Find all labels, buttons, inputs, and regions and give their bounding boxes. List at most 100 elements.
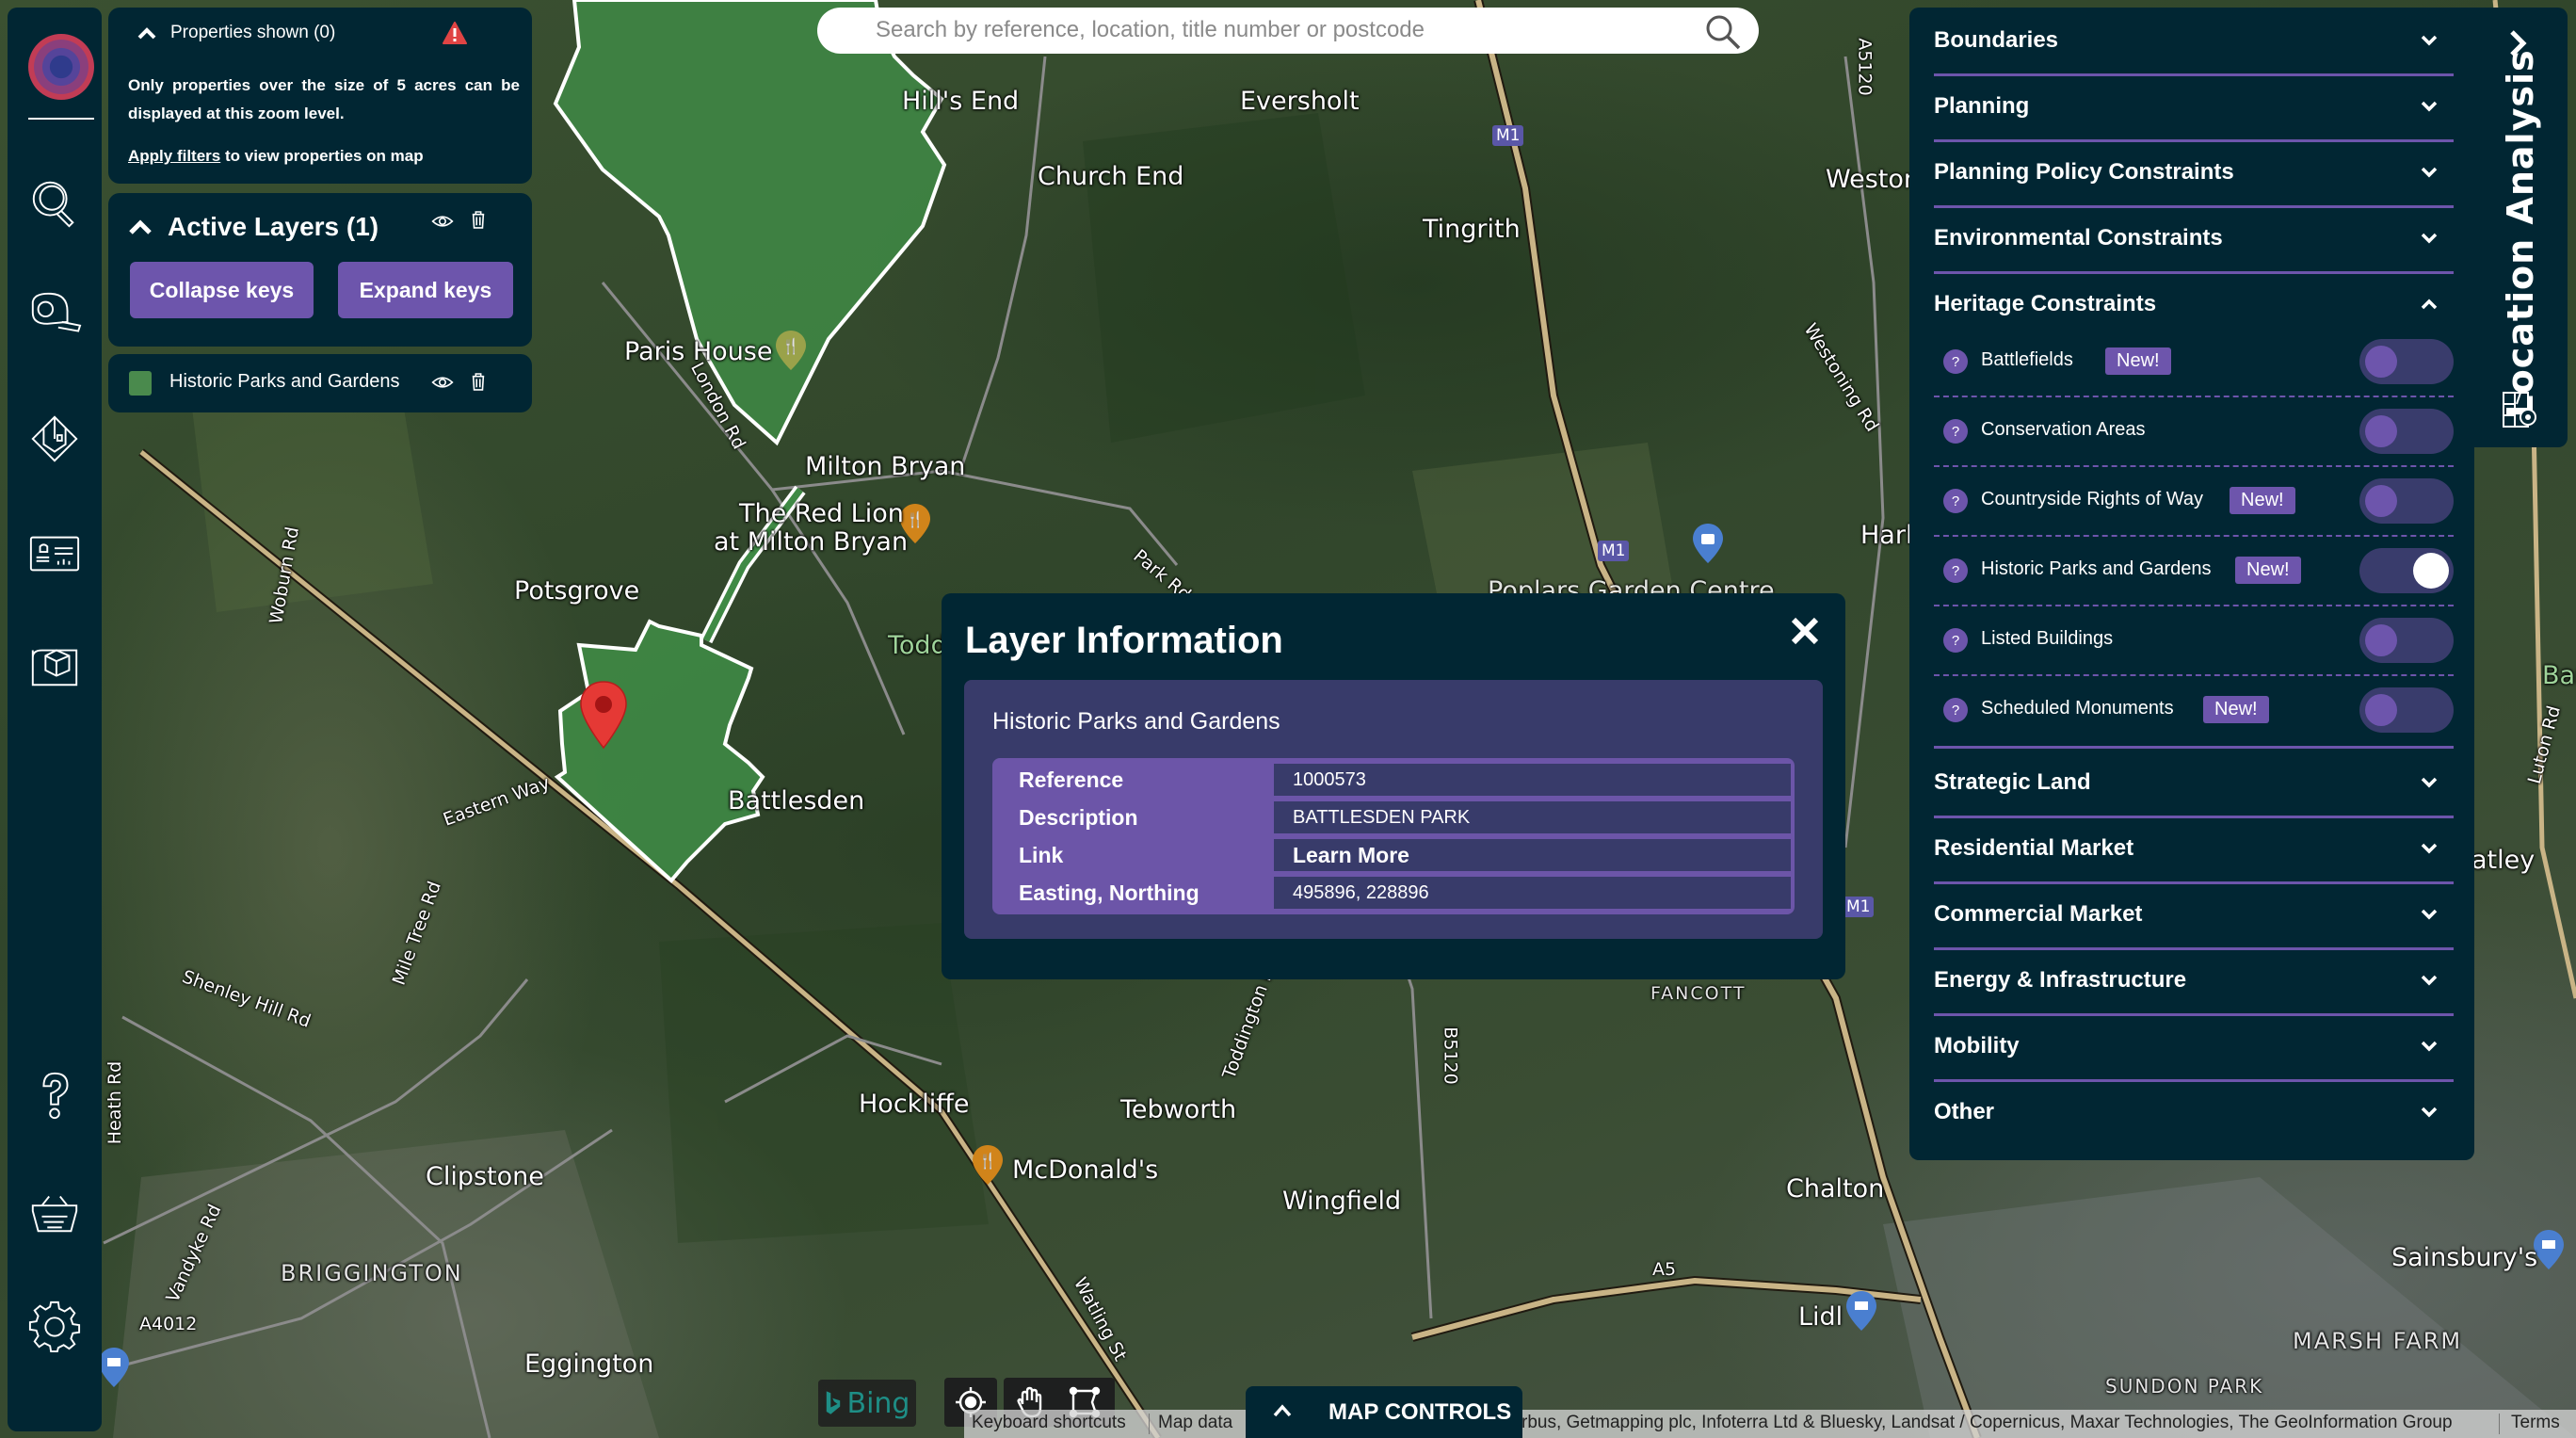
section-header[interactable]: Commercial Market bbox=[1934, 881, 2454, 947]
attr-value: BATTLESDEN PARK bbox=[1274, 801, 1791, 833]
learn-more-link[interactable]: Learn More bbox=[1274, 839, 1791, 871]
section-header[interactable]: Energy & Infrastructure bbox=[1934, 947, 2454, 1013]
map-label: Milton Bryan bbox=[805, 452, 966, 481]
help-icon[interactable]: ? bbox=[1943, 558, 1968, 583]
restaurant-pin-icon[interactable]: 🍴 bbox=[972, 1144, 1004, 1186]
attribution-separator bbox=[2499, 1414, 2500, 1434]
sidebar-item-search[interactable] bbox=[26, 175, 83, 232]
toggle-layer-visibility-button[interactable] bbox=[428, 371, 457, 394]
toggle-all-visibility-button[interactable] bbox=[428, 210, 457, 233]
chevron-up-icon bbox=[137, 27, 156, 40]
layer-label: Countryside Rights of Way bbox=[1981, 489, 2204, 509]
map-label: FANCOTT bbox=[1650, 983, 1747, 1004]
map-controls-toggle[interactable]: MAP CONTROLS bbox=[1246, 1386, 1522, 1438]
map-label: Battlesden bbox=[728, 786, 865, 816]
toggle-switch[interactable] bbox=[2359, 339, 2454, 384]
popup-title: Layer Information bbox=[965, 620, 1283, 661]
road-shield-m1: M1 bbox=[1492, 125, 1524, 146]
location-analysis-tab[interactable]: Location Analysis bbox=[2473, 8, 2568, 447]
chevron-up-icon bbox=[1273, 1404, 1292, 1417]
map-label: atley bbox=[2471, 846, 2536, 875]
delete-layer-button[interactable] bbox=[466, 368, 491, 395]
toggle-switch[interactable] bbox=[2359, 409, 2454, 454]
section-label: Residential Market bbox=[1934, 835, 2134, 861]
apply-filters-link[interactable]: Apply filters bbox=[128, 147, 220, 165]
chevron-down-icon bbox=[2421, 233, 2438, 244]
map-label: Bar bbox=[2542, 661, 2576, 690]
sidebar-item-basket[interactable] bbox=[26, 1183, 83, 1239]
collapse-keys-button[interactable]: Collapse keys bbox=[130, 262, 314, 318]
toggle-switch[interactable] bbox=[2359, 687, 2454, 733]
delete-all-layers-button[interactable] bbox=[466, 206, 491, 233]
section-divider bbox=[1934, 746, 2454, 749]
keyboard-shortcuts-link[interactable]: Keyboard shortcuts bbox=[972, 1413, 1126, 1433]
apply-filters-text: Apply filters to view properties on map bbox=[128, 147, 424, 166]
svg-text:🍴: 🍴 bbox=[906, 510, 925, 528]
attr-key: Easting, Northing bbox=[996, 877, 1274, 909]
help-icon[interactable]: ? bbox=[1943, 349, 1968, 374]
search-input[interactable] bbox=[876, 15, 1666, 45]
section-header[interactable]: Environmental Constraints bbox=[1934, 205, 2454, 271]
sidebar-item-property[interactable] bbox=[26, 411, 83, 467]
app-logo[interactable] bbox=[28, 34, 94, 100]
terms-link[interactable]: Terms bbox=[2511, 1413, 2560, 1433]
section-header[interactable]: Planning bbox=[1934, 73, 2454, 139]
sidebar-item-settings[interactable] bbox=[26, 1298, 83, 1354]
sidebar-item-3d-plan[interactable] bbox=[26, 637, 83, 693]
location-pin-icon[interactable] bbox=[579, 680, 628, 750]
sidebar-item-help[interactable] bbox=[26, 1067, 83, 1123]
help-icon[interactable]: ? bbox=[1943, 628, 1968, 653]
apply-filters-suffix: to view properties on map bbox=[220, 147, 424, 165]
map-label: A5 bbox=[1652, 1259, 1677, 1280]
section-label: Commercial Market bbox=[1934, 901, 2143, 927]
section-header[interactable]: Strategic Land bbox=[1934, 750, 2454, 816]
chevron-down-icon bbox=[2421, 1041, 2438, 1052]
new-badge: New! bbox=[2235, 557, 2301, 584]
layer-label: Listed Buildings bbox=[1981, 628, 2114, 649]
active-layers-header[interactable]: Active Layers (1) bbox=[128, 212, 378, 242]
help-icon[interactable]: ? bbox=[1943, 489, 1968, 513]
chevron-down-icon bbox=[2421, 843, 2438, 854]
layer-toggle-conservation-areas: ? Conservation Areas bbox=[1934, 397, 2454, 467]
map-data-link[interactable]: Map data bbox=[1158, 1413, 1232, 1433]
toggle-switch[interactable] bbox=[2359, 548, 2454, 593]
shopping-cart-pin-icon[interactable] bbox=[98, 1347, 130, 1388]
properties-header[interactable]: Properties shown (0) bbox=[137, 23, 335, 43]
blueprint-cube-icon bbox=[31, 649, 78, 687]
section-header[interactable]: Other bbox=[1934, 1079, 2454, 1145]
sidebar-item-alerts-dashboard[interactable] bbox=[26, 525, 83, 582]
help-icon[interactable]: ? bbox=[1943, 419, 1968, 444]
layer-label: Battlefields bbox=[1981, 349, 2073, 370]
layer-toggle-battlefields: ? Battlefields New! bbox=[1934, 328, 2454, 397]
sidebar bbox=[8, 8, 102, 1431]
location-analysis-label: Location Analysis bbox=[2500, 49, 2541, 418]
map-label: Hill's End bbox=[902, 87, 1020, 116]
shopping-cart-pin-icon[interactable] bbox=[1845, 1290, 1877, 1332]
section-header[interactable]: Boundaries bbox=[1934, 8, 2454, 73]
properties-panel: Properties shown (0) Only properties ove… bbox=[108, 8, 532, 184]
attr-value: 495896, 228896 bbox=[1274, 877, 1791, 909]
search-icon[interactable] bbox=[1704, 13, 1742, 51]
map-label: at Milton Bryan bbox=[714, 527, 909, 557]
map-label: Eversholt bbox=[1240, 87, 1360, 116]
shopping-pin-icon[interactable] bbox=[1692, 523, 1724, 564]
expand-keys-button[interactable]: Expand keys bbox=[338, 262, 513, 318]
table-row: Link Learn More bbox=[996, 839, 1791, 871]
svg-text:🍴: 🍴 bbox=[781, 337, 800, 355]
section-header[interactable]: Residential Market bbox=[1934, 816, 2454, 881]
historic-park-polygon-battlesden bbox=[554, 619, 765, 883]
road-shield-m1: M1 bbox=[1843, 897, 1875, 917]
toggle-switch[interactable] bbox=[2359, 478, 2454, 524]
restaurant-pin-icon[interactable]: 🍴 bbox=[775, 330, 807, 371]
map-label: Church End bbox=[1038, 162, 1184, 191]
section-header[interactable]: Planning Policy Constraints bbox=[1934, 139, 2454, 205]
section-header[interactable]: Mobility bbox=[1934, 1013, 2454, 1079]
toggle-switch[interactable] bbox=[2359, 618, 2454, 663]
close-icon[interactable] bbox=[1788, 614, 1822, 648]
chevron-up-icon bbox=[129, 219, 152, 234]
sidebar-item-measure[interactable] bbox=[26, 290, 83, 347]
section-label: Heritage Constraints bbox=[1934, 291, 2157, 316]
eye-icon bbox=[431, 377, 454, 388]
help-icon[interactable]: ? bbox=[1943, 698, 1968, 722]
chevron-down-icon bbox=[2421, 1107, 2438, 1118]
